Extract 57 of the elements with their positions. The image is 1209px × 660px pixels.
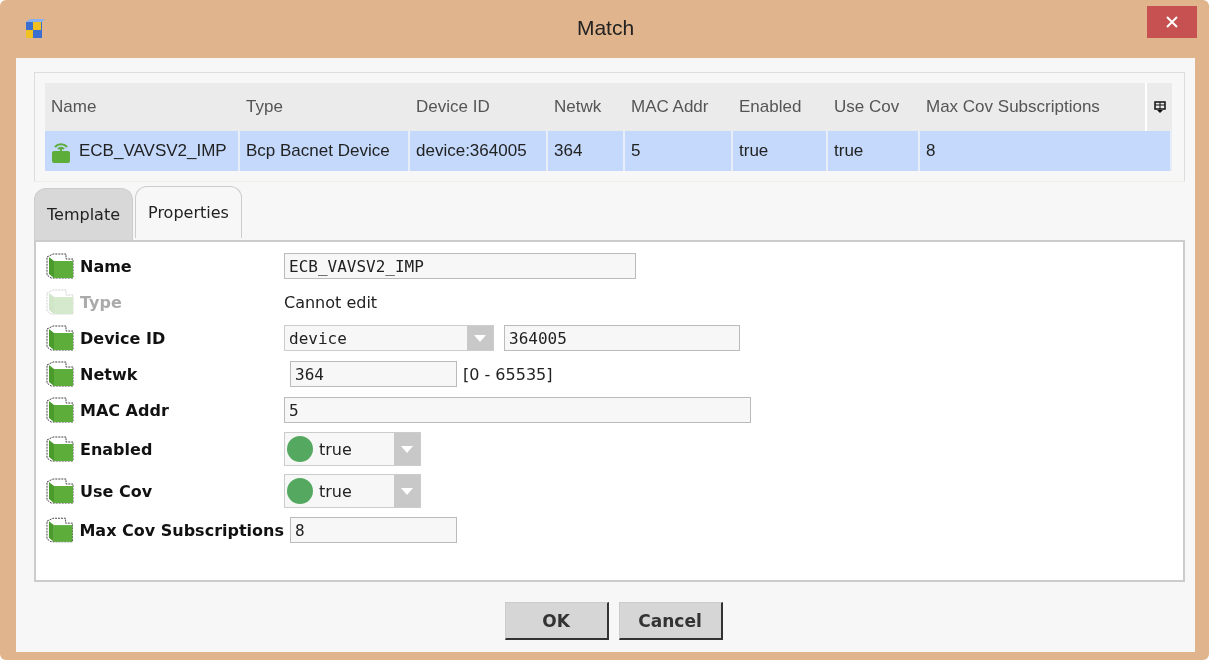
- dropdown[interactable]: true: [284, 432, 421, 466]
- tab[interactable]: Template: [34, 188, 133, 240]
- number-field[interactable]: 8: [290, 517, 457, 543]
- property-label: Max Cov Subscriptions: [79, 520, 284, 540]
- property-icon: [46, 325, 74, 351]
- close-button[interactable]: [1147, 6, 1197, 38]
- tab[interactable]: Properties: [135, 186, 242, 238]
- caret-icon: [474, 334, 486, 342]
- property-label: MAC Addr: [80, 400, 169, 420]
- property-label: Use Cov: [80, 481, 153, 501]
- close-icon: [1166, 16, 1178, 28]
- table-cell: 5: [625, 131, 733, 171]
- caret-icon: [401, 487, 413, 495]
- range-text: [0 - 65535]: [463, 364, 553, 384]
- property-label: Name: [80, 256, 132, 276]
- ok-button[interactable]: OK: [504, 602, 609, 640]
- property-icon: [46, 478, 74, 504]
- property-label: Device ID: [80, 328, 166, 348]
- dropdown[interactable]: true: [284, 474, 421, 508]
- table-cell: true: [733, 131, 828, 171]
- column-header[interactable]: Use Cov: [828, 83, 920, 131]
- property-icon: [46, 253, 74, 279]
- table-cell: 364: [548, 131, 625, 171]
- number-field[interactable]: 364: [290, 361, 457, 387]
- dropdown[interactable]: device: [284, 325, 494, 351]
- property-icon: [46, 397, 74, 423]
- property-label: Netwk: [80, 364, 138, 384]
- table-cell: 8: [920, 131, 1172, 171]
- column-header[interactable]: Max Cov Subscriptions: [920, 83, 1145, 131]
- table-cell: true: [828, 131, 920, 171]
- column-header[interactable]: Enabled: [733, 83, 828, 131]
- column-header[interactable]: Type: [240, 83, 410, 131]
- column-chooser-button[interactable]: [1145, 83, 1172, 131]
- cancel-button[interactable]: Cancel: [618, 602, 723, 640]
- status-dot: [287, 478, 313, 504]
- table-cell: ECB_VAVSV2_IMP: [45, 131, 240, 171]
- property-label: Enabled: [80, 439, 153, 459]
- property-icon: [46, 361, 74, 387]
- window-title: Match: [575, 16, 636, 40]
- column-header[interactable]: Device ID: [410, 83, 548, 131]
- app-icon: [24, 18, 46, 40]
- column-chooser-icon: [1153, 100, 1166, 114]
- caret-icon: [401, 445, 413, 453]
- property-label: Type: [80, 292, 122, 312]
- column-header[interactable]: Name: [45, 83, 240, 131]
- property-icon: [46, 517, 74, 543]
- text-field[interactable]: ECB_VAVSV2_IMP: [284, 253, 636, 279]
- text-field[interactable]: 364005: [504, 325, 740, 351]
- property-icon: [46, 289, 74, 315]
- table-cell: device:364005: [410, 131, 548, 171]
- text-field[interactable]: 5: [284, 397, 751, 423]
- property-icon: [46, 436, 74, 462]
- status-dot: [287, 436, 313, 462]
- table-cell: Bcp Bacnet Device: [240, 131, 410, 171]
- readonly-text: Cannot edit: [284, 292, 378, 312]
- column-header[interactable]: Netwk: [548, 83, 625, 131]
- column-header[interactable]: MAC Addr: [625, 83, 733, 131]
